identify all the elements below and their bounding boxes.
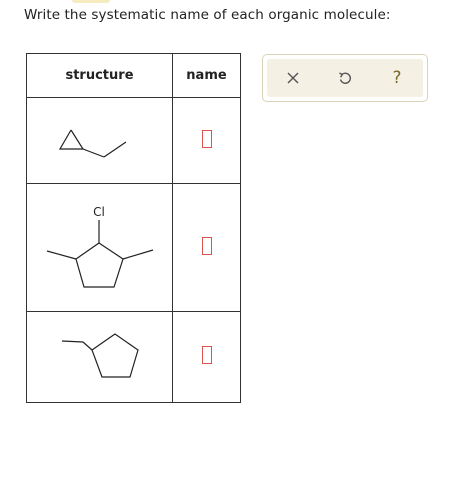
help-icon: ? — [392, 68, 402, 88]
table-row — [26, 311, 241, 403]
chlorine-atom-label: Cl — [93, 205, 105, 219]
undo-icon — [339, 72, 352, 84]
structure-cell — [26, 97, 173, 184]
cyclopentane-ring — [91, 333, 139, 378]
methyl-bond-left — [46, 250, 77, 260]
structure-header: structure — [26, 53, 173, 98]
structure-cell: Cl — [26, 183, 173, 312]
ethylcyclopentane-structure — [61, 333, 139, 378]
chlorodimethylcyclopentane-structure: Cl — [46, 205, 154, 288]
undo-button[interactable] — [330, 63, 360, 93]
name-cell — [172, 97, 241, 184]
table-row: Cl — [26, 183, 241, 312]
table-row — [26, 97, 241, 184]
answer-toolbar: ? — [262, 54, 428, 102]
toolbar-inner: ? — [267, 59, 423, 97]
question-prompt: Write the systematic name of each organi… — [24, 7, 391, 23]
name-cell — [172, 183, 241, 312]
page: Write the systematic name of each organi… — [0, 0, 474, 484]
answer-table: structure name Cl — [26, 53, 241, 403]
top-tab — [72, 0, 110, 3]
ethyl-bond-1 — [82, 148, 105, 158]
structure-cell — [26, 311, 173, 403]
name-cell — [172, 311, 241, 403]
methyl-bond-right — [122, 249, 154, 260]
table-header-row: structure name — [26, 53, 241, 98]
ethylcyclopropane-structure — [58, 129, 127, 158]
help-button[interactable]: ? — [382, 63, 412, 93]
cyclopropane-ring — [58, 129, 85, 150]
name-input[interactable] — [201, 129, 212, 148]
close-icon — [287, 72, 299, 84]
name-header: name — [172, 53, 241, 98]
ethyl-bond-2 — [61, 340, 84, 343]
name-input[interactable] — [201, 346, 212, 364]
clear-button[interactable] — [278, 63, 308, 93]
ethyl-bond-1 — [82, 341, 93, 351]
ethyl-bond-2 — [103, 141, 127, 158]
name-input[interactable] — [201, 236, 212, 255]
cyclopentane-ring — [75, 242, 124, 288]
